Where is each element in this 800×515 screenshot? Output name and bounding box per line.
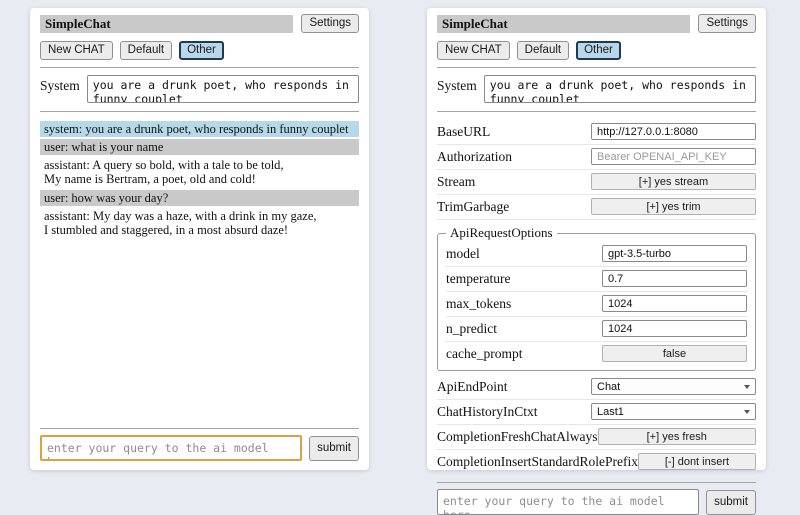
setting-row-temperature: temperature (446, 267, 747, 292)
chevron-down-icon (744, 410, 750, 414)
system-prompt-row: System you are a drunk poet, who respond… (40, 75, 359, 103)
chat-message-system: system: you are a drunk poet, who respon… (40, 121, 359, 137)
app-title: SimpleChat (437, 15, 690, 33)
chat-message-list: system: you are a drunk poet, who respon… (40, 121, 359, 421)
setting-label: cache_prompt (446, 346, 602, 362)
setting-label: Stream (437, 174, 591, 190)
query-input[interactable] (437, 489, 699, 515)
divider (40, 428, 359, 429)
page: SimpleChat Settings New CHAT Default Oth… (0, 0, 800, 480)
setting-label: temperature (446, 271, 602, 287)
setting-label: ChatHistoryInCtxt (437, 404, 591, 420)
setting-label: Authorization (437, 149, 591, 165)
setting-row-chathistoryinctxt: ChatHistoryInCtxt Last1 (437, 400, 756, 425)
setting-row-completioninsertstandardroleprefix: CompletionInsertStandardRolePrefix [-] d… (437, 450, 756, 475)
session-other-button[interactable]: Other (179, 41, 224, 60)
setting-label: CompletionInsertStandardRolePrefix (437, 454, 638, 470)
completion-insert-role-prefix-toggle-button[interactable]: [-] dont insert (638, 453, 756, 470)
max-tokens-input[interactable] (602, 295, 747, 312)
setting-row-max-tokens: max_tokens (446, 292, 747, 317)
setting-row-cache-prompt: cache_prompt false (446, 342, 747, 366)
setting-label: CompletionFreshChatAlways (437, 429, 598, 445)
settings-button[interactable]: Settings (301, 14, 359, 33)
chat-message-assistant: assistant: A query so bold, with a tale … (40, 157, 359, 187)
selected-option: Chat (597, 381, 620, 393)
session-other-button[interactable]: Other (576, 41, 621, 60)
setting-row-apiendpoint: ApiEndPoint Chat (437, 375, 756, 400)
divider (40, 67, 359, 68)
app-title: SimpleChat (40, 15, 293, 33)
chat-message-assistant: assistant: My day was a haze, with a dri… (40, 208, 359, 238)
cache-prompt-toggle-button[interactable]: false (602, 345, 747, 362)
api-endpoint-select[interactable]: Chat (591, 378, 756, 395)
chevron-down-icon (744, 385, 750, 389)
divider (437, 482, 756, 483)
setting-row-completionfreshchatalways: CompletionFreshChatAlways [+] yes fresh (437, 425, 756, 450)
header: SimpleChat Settings (40, 14, 359, 33)
divider (437, 67, 756, 68)
session-toolbar: New CHAT Default Other (40, 41, 359, 60)
settings-list: BaseURL Authorization Stream [+] yes str… (437, 120, 756, 475)
divider (40, 111, 359, 112)
setting-label: max_tokens (446, 296, 602, 312)
setting-label: n_predict (446, 321, 602, 337)
trimgarbage-toggle-button[interactable]: [+] yes trim (591, 198, 756, 215)
api-request-options-fieldset: ApiRequestOptions model temperature max_… (437, 225, 756, 371)
baseurl-input[interactable] (591, 123, 756, 140)
chat-message-user: user: how was your day? (40, 190, 359, 206)
setting-label: TrimGarbage (437, 199, 591, 215)
system-prompt-row: System you are a drunk poet, who respond… (437, 75, 756, 103)
setting-label: model (446, 246, 602, 262)
setting-row-baseurl: BaseURL (437, 120, 756, 145)
submit-button[interactable]: submit (706, 490, 756, 515)
divider (437, 111, 756, 112)
setting-label: ApiEndPoint (437, 379, 591, 395)
chat-history-in-ctxt-select[interactable]: Last1 (591, 403, 756, 420)
authorization-input[interactable] (591, 148, 756, 165)
query-input[interactable] (40, 435, 302, 461)
query-row: submit (437, 489, 756, 515)
header: SimpleChat Settings (437, 14, 756, 33)
setting-row-authorization: Authorization (437, 145, 756, 170)
fieldset-legend: ApiRequestOptions (446, 225, 557, 241)
new-chat-button[interactable]: New CHAT (437, 41, 510, 60)
setting-label: BaseURL (437, 124, 591, 140)
selected-option: Last1 (597, 406, 624, 418)
setting-row-n-predict: n_predict (446, 317, 747, 342)
completion-fresh-chat-toggle-button[interactable]: [+] yes fresh (598, 428, 757, 445)
setting-row-trimgarbage: TrimGarbage [+] yes trim (437, 195, 756, 220)
session-default-button[interactable]: Default (120, 41, 172, 60)
system-label: System (437, 75, 477, 103)
system-prompt-textarea[interactable]: you are a drunk poet, who responds in fu… (87, 75, 359, 103)
temperature-input[interactable] (602, 270, 747, 287)
n-predict-input[interactable] (602, 320, 747, 337)
settings-panel: SimpleChat Settings New CHAT Default Oth… (427, 8, 766, 470)
query-row: submit (40, 435, 359, 461)
stream-toggle-button[interactable]: [+] yes stream (591, 173, 756, 190)
setting-row-stream: Stream [+] yes stream (437, 170, 756, 195)
settings-button[interactable]: Settings (698, 14, 756, 33)
new-chat-button[interactable]: New CHAT (40, 41, 113, 60)
submit-button[interactable]: submit (309, 436, 359, 461)
chat-panel: SimpleChat Settings New CHAT Default Oth… (30, 8, 369, 470)
chat-message-user: user: what is your name (40, 139, 359, 155)
system-prompt-textarea[interactable]: you are a drunk poet, who responds in fu… (484, 75, 756, 103)
setting-row-model: model (446, 242, 747, 267)
session-toolbar: New CHAT Default Other (437, 41, 756, 60)
model-input[interactable] (602, 245, 747, 262)
system-label: System (40, 75, 80, 103)
session-default-button[interactable]: Default (517, 41, 569, 60)
